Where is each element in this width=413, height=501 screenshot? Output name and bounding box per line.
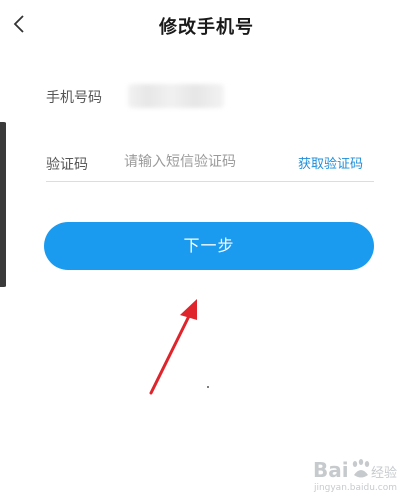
form-panel — [6, 49, 400, 501]
input-divider — [46, 181, 374, 182]
speck — [207, 386, 209, 388]
app-header: 修改手机号 — [0, 0, 413, 48]
next-step-button[interactable]: 下一步 — [44, 222, 374, 270]
baidu-jingyan-logo: Bai 经验 — [313, 458, 397, 482]
watermark-url: jingyan.baidu.com — [313, 483, 397, 493]
phone-number-label: 手机号码 — [46, 90, 102, 106]
watermark: Bai 经验 jingyan.baidu.com — [313, 455, 397, 493]
verification-code-input[interactable] — [124, 150, 289, 174]
red-arrow-annotation — [149, 299, 197, 395]
phone-number-value-redacted — [128, 84, 224, 108]
svg-text:Bai: Bai — [313, 458, 349, 482]
verification-code-label: 验证码 — [46, 157, 88, 173]
page-title: 修改手机号 — [159, 17, 254, 38]
get-verification-code-button[interactable]: 获取验证码 — [298, 153, 363, 172]
svg-text:经验: 经验 — [371, 465, 397, 481]
